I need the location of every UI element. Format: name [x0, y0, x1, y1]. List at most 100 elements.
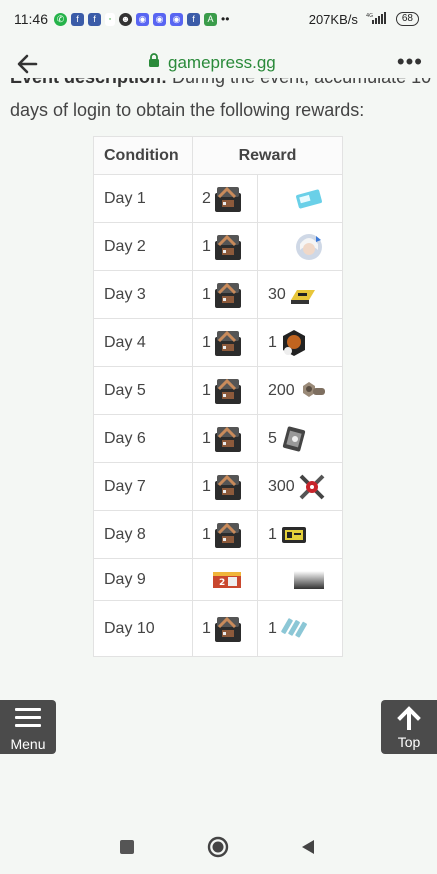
recent-apps-icon[interactable]: [120, 840, 134, 854]
menu-label: Menu: [10, 736, 46, 752]
back-to-top-button[interactable]: Top: [381, 700, 437, 754]
rewards-table: Condition Reward Day 1 2 Day 2 1 Day 3 1…: [93, 136, 343, 657]
reward-quantity: 1: [202, 619, 211, 637]
table-row: Day 4 1 1: [93, 318, 343, 367]
reward-cell-secondary: 1: [257, 600, 343, 657]
network-speed: 207KB/s: [308, 11, 358, 27]
reward-cell-primary: 1: [192, 318, 258, 367]
description-label: Event description:: [10, 78, 167, 87]
table-row: Day 3 1 30: [93, 270, 343, 319]
day-cell: Day 6: [93, 414, 193, 463]
reward-cell-secondary: 5: [257, 414, 343, 463]
day-cell: Day 8: [93, 510, 193, 559]
battery-indicator: 68: [395, 12, 419, 26]
back-icon[interactable]: [300, 838, 316, 861]
table-row: Day 6 1 5: [93, 414, 343, 463]
supply-crate-icon: [213, 472, 243, 502]
reward-quantity: 1: [202, 477, 211, 495]
table-header-row: Condition Reward: [93, 136, 343, 175]
reward-cell-primary: 1: [192, 600, 258, 657]
reward-cell-primary: 1: [192, 510, 258, 559]
table-row: Day 1 2: [93, 174, 343, 223]
gold-bar-icon: [288, 280, 318, 310]
reward-cell-secondary: 1: [257, 318, 343, 367]
table-row: Day 7 1 300: [93, 462, 343, 511]
supply-crate-icon: [213, 280, 243, 310]
hexagon-token-icon: [279, 328, 309, 358]
home-icon[interactable]: [207, 836, 229, 863]
day-cell: Day 9: [93, 558, 193, 601]
facebook-icon: f: [71, 12, 84, 26]
repair-tools-icon: [297, 472, 327, 502]
supply-crate-icon: [213, 328, 243, 358]
description-line-1: Event description: During the event, acc…: [10, 78, 431, 89]
svg-text:2: 2: [219, 578, 225, 588]
supply-crate-icon: [213, 232, 243, 262]
description-line-2: days of login to obtain the following re…: [10, 100, 365, 120]
reward-cell-primary: 1: [192, 222, 258, 271]
reward-quantity: 1: [268, 333, 277, 351]
status-bar: 11:46 ✆ f f ▫ ☻ ◉ ◉ ◉ f A •• 207KB/s 4G …: [0, 0, 437, 38]
facebook-icon: f: [187, 12, 200, 26]
table-row: Day 8 1 1: [93, 510, 343, 559]
character-portrait-icon: [294, 232, 324, 262]
supply-crate-icon: [213, 614, 243, 644]
lock-icon: [148, 53, 160, 73]
more-options-icon[interactable]: •••: [397, 51, 423, 73]
menu-button[interactable]: Menu: [0, 700, 56, 754]
reward-cell-primary: 1: [192, 414, 258, 463]
reward-cell-primary: 1: [192, 366, 258, 415]
day-cell: Day 3: [93, 270, 193, 319]
hamburger-icon: [15, 708, 41, 727]
reward-quantity: 1: [202, 429, 211, 447]
system-navigation-bar: [0, 820, 437, 874]
reward-cell-primary: 1: [192, 270, 258, 319]
reward-cell-secondary: 30: [257, 270, 343, 319]
reward-quantity: 1: [202, 333, 211, 351]
facebook-icon: f: [88, 12, 101, 26]
page-content: Event description: During the event, acc…: [0, 78, 437, 698]
android-app-icon: A: [204, 12, 217, 26]
reward-cell-primary: 1: [192, 462, 258, 511]
top-label: Top: [397, 734, 421, 750]
signal-icon: 4G: [366, 11, 388, 27]
reward-quantity: 1: [202, 381, 211, 399]
game-icon: ☻: [119, 12, 132, 26]
arrow-up-icon: [396, 706, 422, 735]
day-cell: Day 5: [93, 366, 193, 415]
reward-header: Reward: [192, 136, 343, 175]
back-arrow-icon[interactable]: [14, 50, 42, 78]
discord-icon: ◉: [136, 12, 149, 26]
banner-icon: 2: [212, 565, 242, 595]
battery-cells-icon: [279, 614, 309, 644]
day-cell: Day 2: [93, 222, 193, 271]
description-text: During the event, accumulate 10: [167, 78, 431, 87]
bolt-nut-icon: [297, 376, 327, 406]
reward-cell-secondary: 300: [257, 462, 343, 511]
id-card-icon: [279, 520, 309, 550]
reward-cell-primary: 2: [192, 174, 258, 223]
reward-quantity: 1: [202, 237, 211, 255]
reward-quantity: 1: [202, 285, 211, 303]
supply-crate-icon: [213, 520, 243, 550]
core-chip-icon: [279, 424, 309, 454]
ticket-icon: [294, 184, 324, 214]
day-cell: Day 4: [93, 318, 193, 367]
reward-cell-primary: 2: [192, 558, 258, 601]
reward-quantity: 1: [268, 525, 277, 543]
reward-quantity: 1: [202, 525, 211, 543]
supply-crate-icon: [213, 184, 243, 214]
whatsapp-icon: ✆: [54, 12, 67, 26]
discord-icon: ◉: [170, 12, 183, 26]
table-row: Day 9 2: [93, 558, 343, 601]
url-text: gamepress.gg: [168, 53, 276, 72]
reward-quantity: 5: [268, 429, 277, 447]
condition-header: Condition: [93, 136, 193, 175]
discord-icon: ◉: [153, 12, 166, 26]
gradient-plate-icon: [294, 565, 324, 595]
reward-cell-secondary: 1: [257, 510, 343, 559]
table-row: Day 5 1 200: [93, 366, 343, 415]
address-bar[interactable]: gamepress.gg: [148, 53, 276, 73]
reward-quantity: 30: [268, 285, 286, 303]
reward-quantity: 200: [268, 381, 295, 399]
